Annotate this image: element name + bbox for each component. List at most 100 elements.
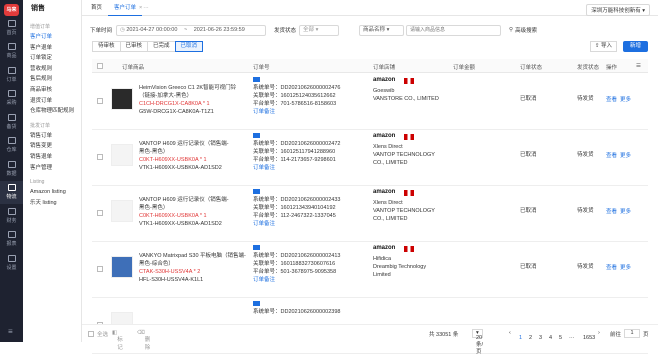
rail-item-8[interactable]: 财务 xyxy=(0,204,23,228)
page-1[interactable]: 2 xyxy=(529,335,532,341)
rail-item-7[interactable]: 物流 xyxy=(0,180,23,204)
menu-icon[interactable]: ≡ xyxy=(8,327,13,336)
shop-selector[interactable]: 深圳万能科技创新有 ▾ xyxy=(586,4,650,16)
subtab-2[interactable]: 已完成 xyxy=(147,41,176,52)
page-size-value: 20条/页 xyxy=(476,335,484,355)
rail-item-0[interactable]: 首页 xyxy=(0,16,23,40)
delete-button[interactable]: ⌫ 删除 xyxy=(137,330,150,351)
sidebar-item[interactable]: 客户管理 xyxy=(23,163,81,174)
order-note-link[interactable]: 订单备注 xyxy=(253,220,275,228)
order-note-link[interactable]: 订单备注 xyxy=(253,108,275,116)
page-6[interactable]: 1653 xyxy=(583,335,595,341)
sidebar-item[interactable]: 销售变更 xyxy=(23,141,81,152)
nav-icon xyxy=(7,66,16,74)
sidebar-item[interactable]: 营收规则 xyxy=(23,64,81,75)
row-checkbox[interactable] xyxy=(97,210,103,216)
sidebar-item[interactable]: 退货订单 xyxy=(23,96,81,107)
ship-status-select[interactable]: 全部 ▾ xyxy=(299,24,340,36)
product-sku-2: VTK1-H609XX-USBK0A-AD1SD2 xyxy=(139,165,222,171)
rail-item-2[interactable]: 订单 xyxy=(0,63,23,87)
search-input[interactable] xyxy=(406,24,502,36)
rail-item-3[interactable]: 采购 xyxy=(0,87,23,111)
date-range-picker[interactable]: ◷ 2021-04-27 00:00:00 ~ 2021-06-26 23:59… xyxy=(116,24,267,36)
next-page-icon[interactable]: › xyxy=(598,330,600,336)
order-note-link[interactable]: 订单备注 xyxy=(253,164,275,172)
page-3[interactable]: 4 xyxy=(549,335,552,341)
rail-item-10[interactable]: 设置 xyxy=(0,251,23,275)
amazon-logo-icon: amazon xyxy=(373,189,396,195)
subtab-0[interactable]: 待审核 xyxy=(92,41,121,52)
order-system-no: 系统单号：DD20210626000002476 xyxy=(253,85,341,91)
sidebar-item[interactable]: 订单锁定 xyxy=(23,53,81,64)
rail-item-label: 设置 xyxy=(6,264,17,271)
import-button[interactable]: ⇪ 导入 xyxy=(589,41,617,52)
sidebar-item[interactable]: 商品审核 xyxy=(23,85,81,96)
order-note-link[interactable]: 订单备注 xyxy=(253,276,275,284)
view-link[interactable]: 查看 xyxy=(606,263,617,271)
sidebar-item[interactable]: Amazon listing xyxy=(23,187,81,198)
sidebar-item[interactable]: 仓库物理匹配规则 xyxy=(23,106,81,117)
row-checkbox[interactable] xyxy=(97,266,103,272)
prev-page-icon[interactable]: ‹ xyxy=(509,330,511,336)
view-link[interactable]: 查看 xyxy=(606,95,617,103)
view-link[interactable]: 查看 xyxy=(606,151,617,159)
amazon-logo-icon: amazon xyxy=(373,77,396,83)
tab-bar: 首页 客户订单 × ··· xyxy=(82,0,658,16)
order-type-badge xyxy=(253,301,260,306)
subtab-1[interactable]: 已审核 xyxy=(119,41,149,52)
rail-item-label: 报表 xyxy=(6,241,17,248)
sidebar-item[interactable]: 销售订单 xyxy=(23,131,81,142)
more-link[interactable]: 更多 xyxy=(620,263,631,271)
rail-item-1[interactable]: 商品 xyxy=(0,40,23,64)
page-0[interactable]: 1 xyxy=(519,335,522,341)
nav-icon xyxy=(7,43,16,51)
page-size-select[interactable]: 20条/页 ▾ xyxy=(472,329,483,355)
store-name: Goeswib xyxy=(373,88,395,94)
sidebar-item[interactable]: 乐天 listing xyxy=(23,198,81,209)
country-flag-icon xyxy=(404,246,414,252)
ship-status: 待发货 xyxy=(577,208,594,214)
import-icon: ⇪ xyxy=(594,43,600,49)
order-status: 已取消 xyxy=(520,152,537,158)
advanced-search-link[interactable]: 高级搜索 xyxy=(515,26,537,34)
more-link[interactable]: 更多 xyxy=(620,207,631,215)
column-settings-icon[interactable]: ☰ xyxy=(636,63,641,69)
filter-icon[interactable]: ⚲ xyxy=(509,27,513,33)
page-2[interactable]: 3 xyxy=(539,335,542,341)
page-5[interactable]: ··· xyxy=(569,335,575,341)
sidebar-item[interactable]: 销售退单 xyxy=(23,152,81,163)
rail-item-label: 采购 xyxy=(6,100,17,107)
close-tab-icon[interactable]: × xyxy=(139,5,142,11)
new-order-button[interactable]: 新增 xyxy=(622,41,648,52)
header-checkbox[interactable] xyxy=(97,63,103,69)
page-4[interactable]: 5 xyxy=(559,335,562,341)
sidebar-item[interactable]: 售后规则 xyxy=(23,74,81,85)
row-checkbox[interactable] xyxy=(97,154,103,160)
order-status: 已取消 xyxy=(520,96,537,102)
order-platform-no: 平台单号：112-2467322-1337045 xyxy=(253,213,336,219)
sidebar-item[interactable]: 客户退单 xyxy=(23,43,81,54)
row-checkbox[interactable] xyxy=(97,98,103,104)
tab-home[interactable]: 首页 xyxy=(85,0,108,16)
tab-customer-orders[interactable]: 客户订单 xyxy=(108,0,143,16)
country-flag-icon xyxy=(404,190,414,196)
rail-item-4[interactable]: 备货 xyxy=(0,110,23,134)
rail-item-6[interactable]: 数据 xyxy=(0,157,23,181)
date-from: 2021-04-27 00:00:00 xyxy=(126,26,178,33)
view-link[interactable]: 查看 xyxy=(606,207,617,215)
select-all-label: 全选 xyxy=(97,332,109,338)
more-tabs-icon[interactable]: ··· xyxy=(143,5,149,11)
mark-button[interactable]: ◧ 标记 xyxy=(112,330,123,351)
rail-item-label: 首页 xyxy=(6,29,17,36)
rail-item-5[interactable]: 仓库 xyxy=(0,134,23,158)
more-link[interactable]: 更多 xyxy=(620,151,631,159)
goto-page-input[interactable]: 1 xyxy=(624,329,640,338)
nav-icon xyxy=(7,90,16,98)
more-link[interactable]: 更多 xyxy=(620,95,631,103)
order-status: 已取消 xyxy=(520,208,537,214)
select-all-checkbox[interactable] xyxy=(88,331,94,337)
subtab-3[interactable]: 已取消 xyxy=(174,41,204,52)
rail-item-9[interactable]: 报表 xyxy=(0,228,23,252)
search-field-select[interactable]: 商品名称 ▾ xyxy=(359,24,405,36)
sidebar-item[interactable]: 客户订单 xyxy=(23,32,81,43)
